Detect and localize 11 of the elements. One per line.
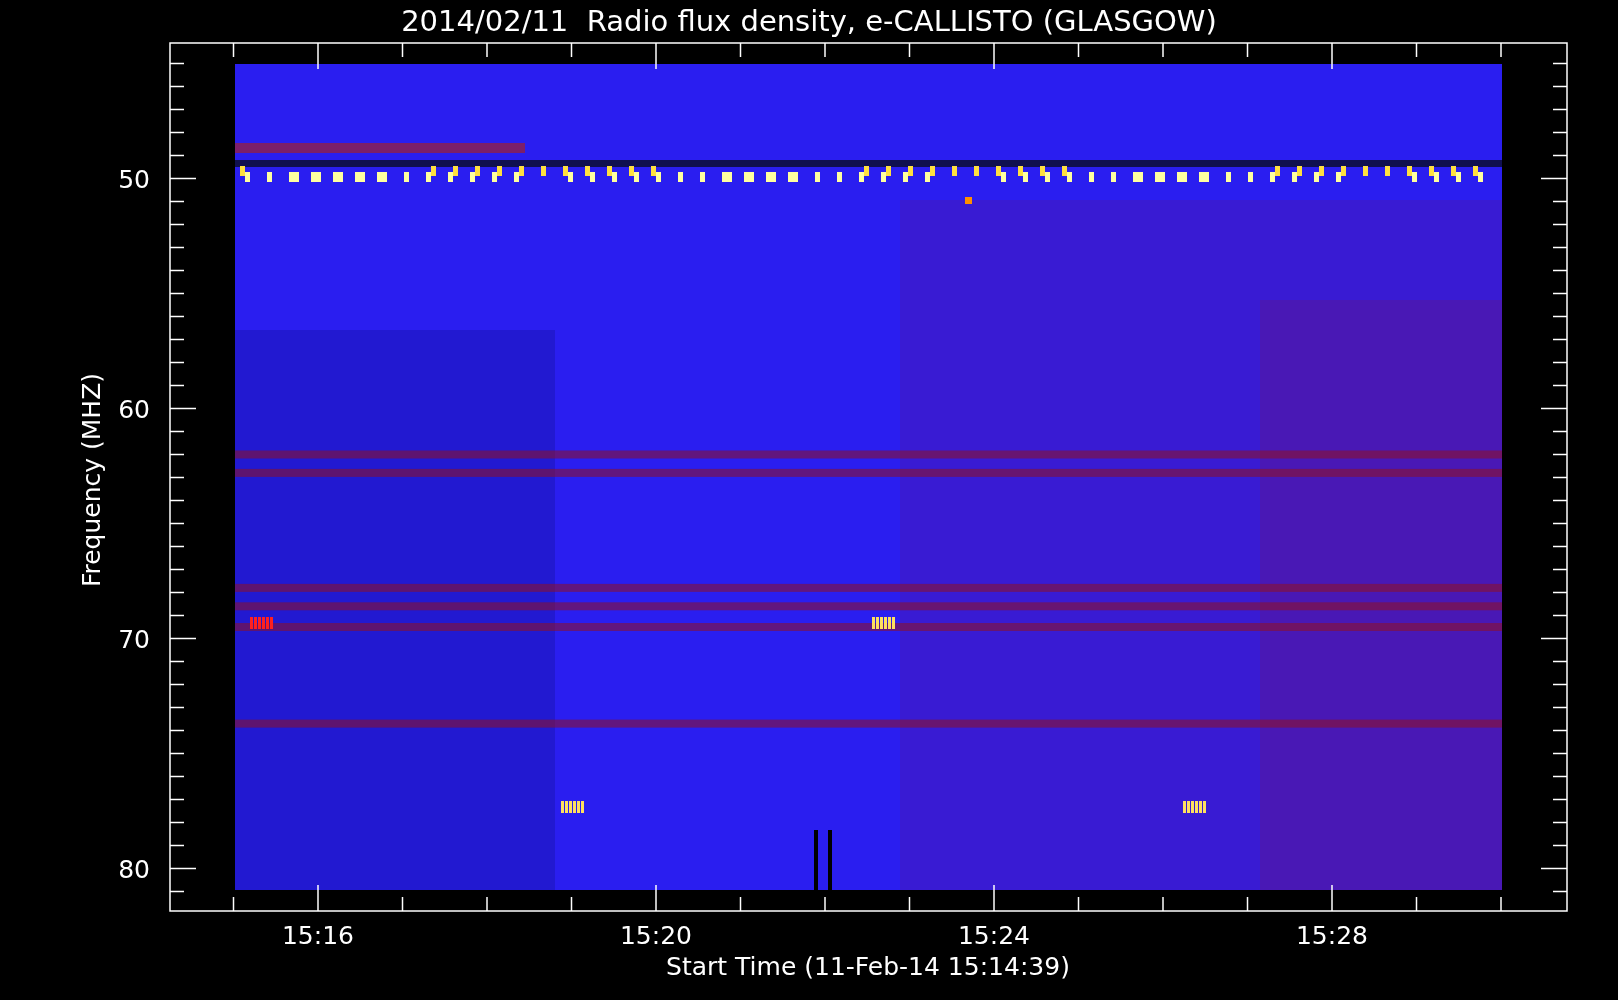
tick-label: 15:28 — [1296, 921, 1368, 950]
chart-title: 2014/02/11 Radio flux density, e-CALLISTO (GLASGOW) — [401, 4, 1217, 38]
tick-label: 15:24 — [958, 921, 1030, 950]
tick-label: 15:20 — [620, 921, 692, 950]
tick-label: 60 — [118, 394, 150, 424]
tick-label: 80 — [118, 854, 150, 884]
tick-label: 70 — [118, 624, 150, 654]
tick-label: 15:16 — [282, 921, 354, 950]
axis-label: Frequency (MHZ) — [77, 372, 106, 588]
axis-label: Start Time (11-Feb-14 15:14:39) — [666, 952, 1070, 981]
tick-label: 50 — [118, 164, 150, 194]
